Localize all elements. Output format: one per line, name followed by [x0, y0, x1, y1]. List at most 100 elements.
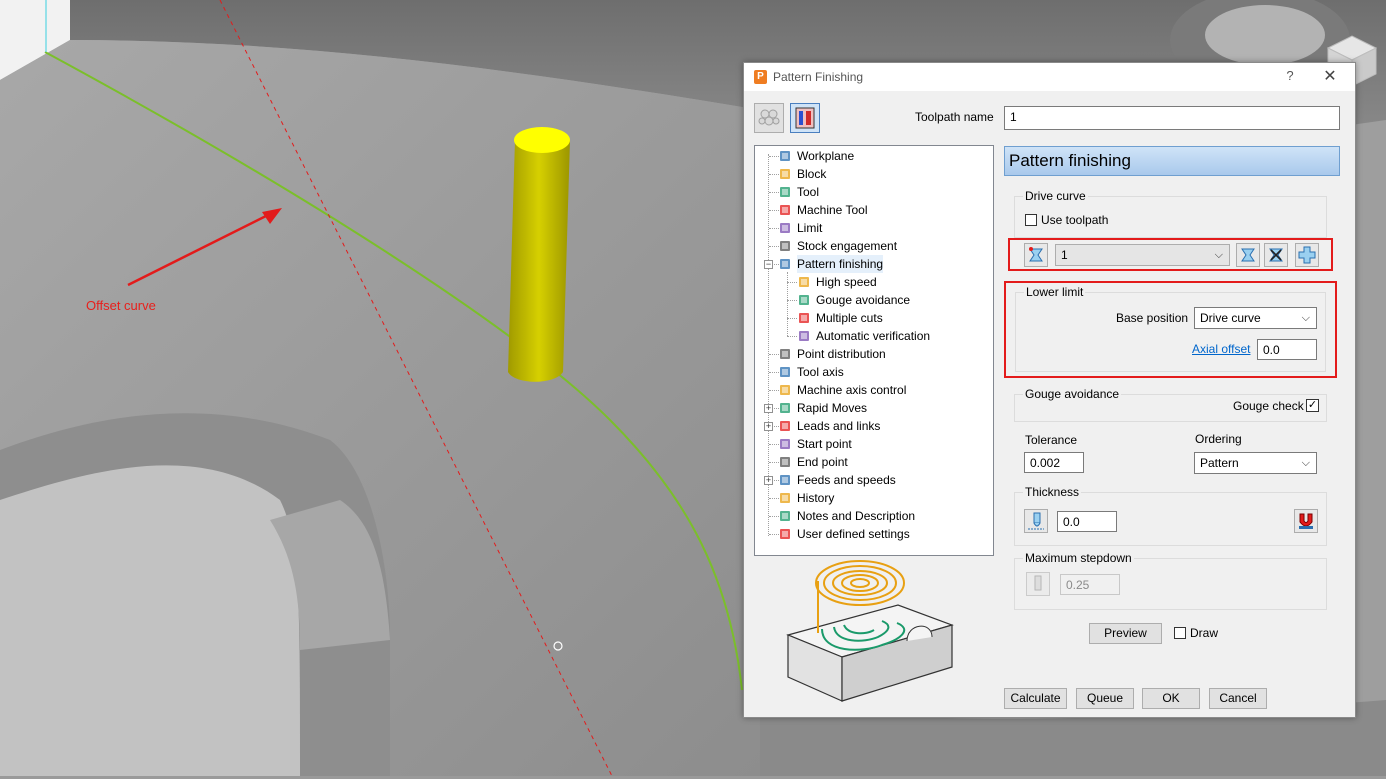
- use-toolpath-checkbox[interactable]: [1025, 214, 1037, 226]
- gouge-check-checkbox[interactable]: ✓: [1306, 399, 1319, 412]
- notes-icon: [780, 511, 790, 521]
- expand-icon[interactable]: +: [764, 422, 773, 431]
- tree-item-start-point[interactable]: Start point: [769, 435, 991, 453]
- tree-item-point-distribution[interactable]: Point distribution: [769, 345, 991, 363]
- ordering-select[interactable]: Pattern ⌵: [1194, 452, 1317, 474]
- select-drive-curve-button[interactable]: [1024, 243, 1048, 267]
- tree-item-label: Notes and Description: [797, 509, 916, 523]
- curve-edit-icon: [1241, 248, 1255, 262]
- preview-button[interactable]: Preview: [1089, 623, 1162, 644]
- edit-drive-curve-button[interactable]: [1236, 243, 1260, 267]
- toolpath-name-label: Toolpath name: [915, 110, 994, 124]
- tree-item-notes-and-description[interactable]: Notes and Description: [769, 507, 991, 525]
- dialog-titlebar[interactable]: P Pattern Finishing ? ✕: [744, 63, 1355, 91]
- tree-item-label: Tool: [797, 185, 820, 199]
- thickness-input[interactable]: 0.0: [1057, 511, 1117, 532]
- base-position-select[interactable]: Drive curve ⌵: [1194, 307, 1317, 329]
- user-settings-icon: [780, 529, 790, 539]
- tree-item-label: History: [797, 491, 835, 505]
- pattern-preview-image: [786, 560, 954, 702]
- machine-axis-control-icon: [780, 385, 790, 395]
- multiple-cuts-icon: [799, 313, 809, 323]
- tree-item-label: Machine Tool: [797, 203, 868, 217]
- lower-limit-title: Lower limit: [1024, 285, 1086, 299]
- tree-item-label: Stock engagement: [797, 239, 898, 253]
- toolpath-name-input[interactable]: 1: [1004, 106, 1340, 130]
- curve-deselect-icon: [1269, 248, 1283, 262]
- tool-axis-icon: [780, 367, 790, 377]
- pattern-strategy-button[interactable]: [790, 103, 820, 133]
- tree-item-history[interactable]: History: [769, 489, 991, 507]
- tree-item-tool-axis[interactable]: Tool axis: [769, 363, 991, 381]
- ordering-value: Pattern: [1200, 456, 1239, 470]
- tree-item-end-point[interactable]: End point: [769, 453, 991, 471]
- tree-item-rapid-moves[interactable]: Rapid Moves +: [764, 399, 991, 417]
- max-stepdown-title: Maximum stepdown: [1023, 551, 1134, 565]
- cancel-button[interactable]: Cancel: [1209, 688, 1267, 709]
- tree-item-machine-axis-control[interactable]: Machine axis control: [769, 381, 991, 399]
- chevron-down-icon: ⌵: [1214, 249, 1223, 261]
- drive-curve-value: 1: [1061, 248, 1068, 262]
- expand-icon[interactable]: +: [764, 476, 773, 485]
- end-point-icon: [780, 457, 790, 467]
- block-icon: [780, 169, 790, 179]
- tree-item-tool[interactable]: Tool: [769, 183, 991, 201]
- rapid-moves-icon: [780, 403, 790, 413]
- tree-item-user-defined-settings[interactable]: User defined settings: [769, 525, 991, 543]
- leads-and-links-icon: [780, 421, 790, 431]
- collapse-icon[interactable]: −: [764, 260, 773, 269]
- tree-item-multiple-cuts[interactable]: Multiple cuts: [787, 309, 991, 327]
- gouge-avoidance-title: Gouge avoidance: [1023, 387, 1122, 401]
- tree-item-machine-tool[interactable]: Machine Tool: [769, 201, 991, 219]
- tree-item-feeds-and-speeds[interactable]: Feeds and speeds +: [764, 471, 991, 489]
- ok-button[interactable]: OK: [1142, 688, 1200, 709]
- tree-item-label: Tool axis: [797, 365, 844, 379]
- close-button[interactable]: ✕: [1319, 68, 1341, 86]
- magnet-icon: [1299, 513, 1313, 529]
- tree-item-label: Start point: [797, 437, 852, 451]
- tree-item-stock-engagement[interactable]: Stock engagement: [769, 237, 991, 255]
- tree-item-automatic-verification[interactable]: Automatic verification: [787, 327, 991, 345]
- calculate-button[interactable]: Calculate: [1004, 688, 1067, 709]
- max-stepdown-input: 0.25: [1060, 574, 1120, 595]
- lower-limit-group: Lower limit: [1015, 285, 1326, 372]
- draw-checkbox[interactable]: [1174, 627, 1186, 639]
- curve-add-icon: [1298, 246, 1316, 264]
- point-distribution-icon: [780, 349, 790, 359]
- workplane-icon: [780, 151, 790, 161]
- tree-item-block[interactable]: Block: [769, 165, 991, 183]
- axial-offset-input[interactable]: 0.0: [1257, 339, 1317, 360]
- machine-tool-icon: [780, 205, 790, 215]
- strategy-icon-button[interactable]: [754, 103, 784, 133]
- stock-engagement-icon: [780, 241, 790, 251]
- queue-button[interactable]: Queue: [1076, 688, 1134, 709]
- tree-item-label: Rapid Moves: [797, 401, 868, 415]
- dialog-title: Pattern Finishing: [773, 70, 864, 84]
- offset-curve-annotation: Offset curve: [86, 298, 156, 313]
- deselect-drive-curve-button[interactable]: [1264, 243, 1288, 267]
- thickness-title: Thickness: [1023, 485, 1082, 499]
- tree-item-limit[interactable]: Limit: [769, 219, 991, 237]
- axial-offset-link[interactable]: Axial offset: [1192, 342, 1250, 356]
- thickness-type-button[interactable]: [1024, 509, 1048, 533]
- expand-icon[interactable]: +: [764, 404, 773, 413]
- tree-item-pattern-finishing[interactable]: Pattern finishing −: [764, 255, 991, 273]
- tolerance-input[interactable]: 0.002: [1024, 452, 1084, 473]
- curve-select-icon: [1029, 247, 1043, 262]
- tree-item-label: Automatic verification: [816, 329, 931, 343]
- tree-item-label: Block: [797, 167, 827, 181]
- component-thickness-button[interactable]: [1294, 509, 1318, 533]
- tree-item-leads-and-links[interactable]: Leads and links +: [764, 417, 991, 435]
- page-header: Pattern finishing: [1004, 146, 1340, 176]
- stepdown-toggle-button[interactable]: [1026, 572, 1050, 596]
- app-logo-icon: P: [754, 70, 767, 84]
- tree-item-label: Machine axis control: [797, 383, 907, 397]
- tree-item-label: Pattern finishing: [797, 255, 884, 273]
- add-drive-curve-button[interactable]: [1295, 243, 1319, 267]
- help-button[interactable]: ?: [1281, 68, 1299, 86]
- tree-item-workplane[interactable]: Workplane: [769, 147, 991, 165]
- tree-item-high-speed[interactable]: High speed: [787, 273, 991, 291]
- drive-curve-select[interactable]: 1 ⌵: [1055, 244, 1230, 266]
- tree-item-label: Leads and links: [797, 419, 881, 433]
- tree-item-gouge-avoidance[interactable]: Gouge avoidance: [787, 291, 991, 309]
